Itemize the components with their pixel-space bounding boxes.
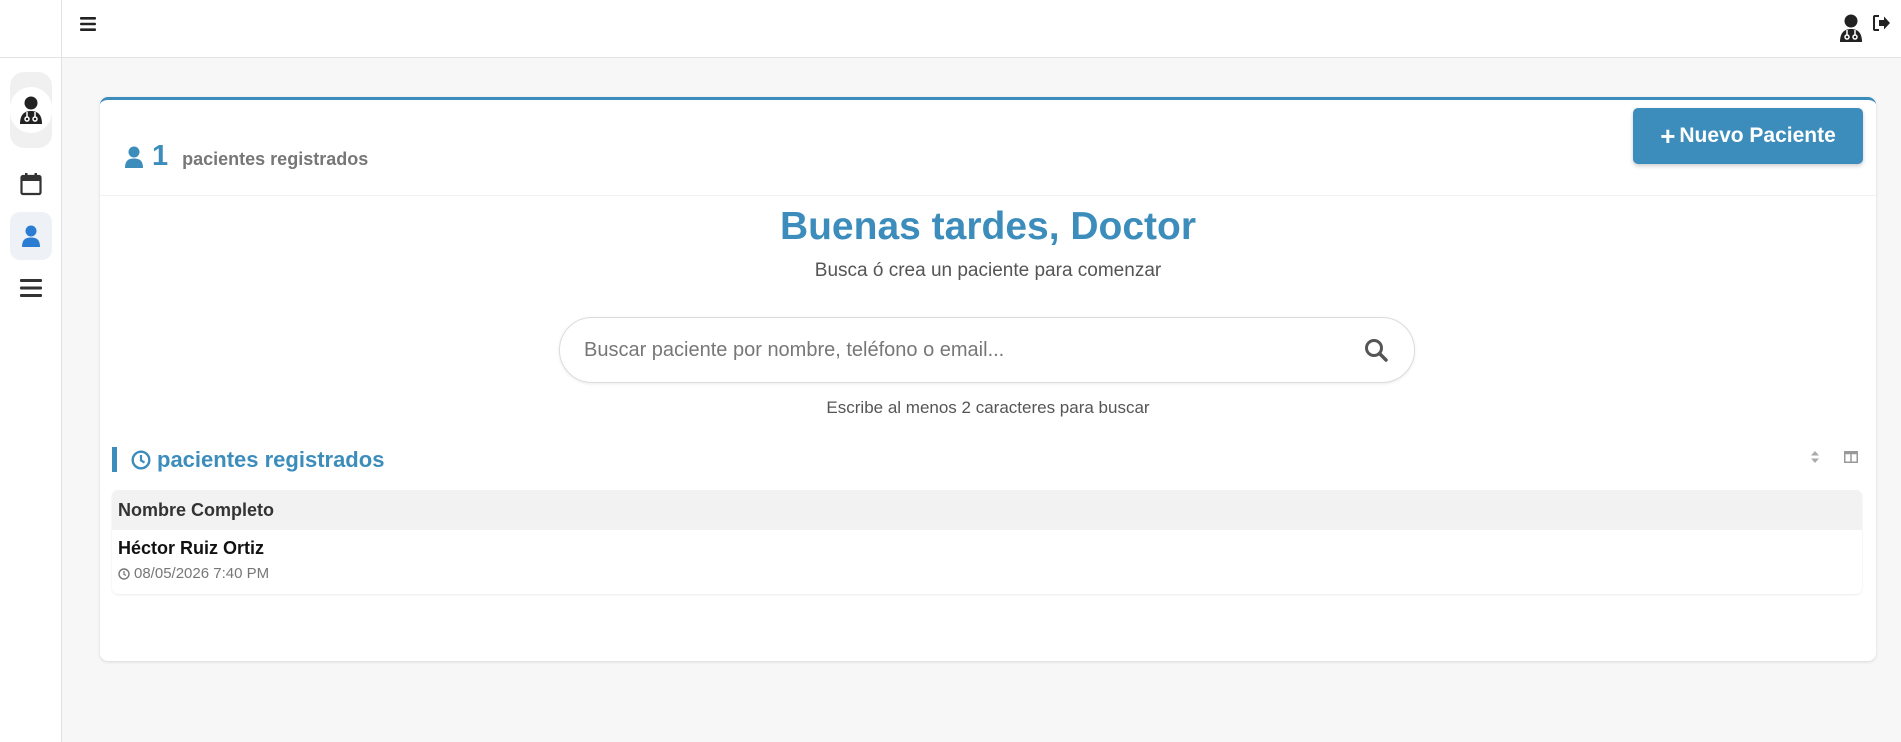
sort-icon[interactable]: [1810, 450, 1820, 469]
section-title-label: pacientes registrados: [157, 446, 385, 472]
user-profile-button[interactable]: [1839, 14, 1863, 47]
patient-date: 08/05/2026 7:40 PM: [118, 565, 1862, 582]
patients-table: Nombre Completo Héctor Ruiz Ortiz 08/05/…: [112, 490, 1862, 594]
hamburger-icon: [80, 17, 96, 31]
user-icon: [22, 225, 40, 247]
search-icon[interactable]: [1364, 338, 1388, 367]
greeting-subtitle: Busca ó crea un paciente para comenzar: [814, 260, 1162, 281]
card-header: 1 pacientes registrados + Nuevo Paciente: [100, 100, 1876, 196]
plus-icon: +: [1660, 121, 1676, 151]
user-icon: [125, 146, 143, 168]
search-hint: Escribe al menos 2 caracteres para busca…: [826, 398, 1150, 417]
logout-icon: [1873, 15, 1890, 31]
search-input[interactable]: [584, 318, 1324, 382]
sidebar-item-menu[interactable]: [10, 264, 52, 312]
sidebar-avatar-inner: [10, 87, 52, 133]
columns-icon[interactable]: [1844, 450, 1858, 468]
patient-count-number: 1: [152, 140, 169, 172]
logout-button[interactable]: [1873, 15, 1891, 36]
patient-date-text: 08/05/2026 7:40 PM: [134, 565, 270, 582]
table-header: Nombre Completo: [112, 490, 1862, 530]
sidebar-item-patients[interactable]: [10, 212, 52, 260]
patient-count-label: pacientes registrados: [182, 149, 369, 169]
clock-icon: [131, 449, 151, 470]
new-patient-button[interactable]: + Nuevo Paciente: [1633, 108, 1863, 164]
doctor-icon: [1840, 14, 1862, 42]
patient-count: 1 pacientes registrados: [124, 140, 368, 173]
sidebar-avatar[interactable]: [10, 72, 52, 148]
sidebar-header: [0, 0, 61, 58]
search-box: [559, 317, 1415, 383]
patients-card: 1 pacientes registrados + Nuevo Paciente…: [100, 97, 1876, 661]
greeting-title: Buenas tardes, Doctor: [779, 205, 1197, 248]
calendar-icon: [20, 173, 42, 196]
patient-name: Héctor Ruiz Ortiz: [118, 538, 265, 558]
new-patient-label: Nuevo Paciente: [1679, 124, 1836, 147]
table-row[interactable]: Héctor Ruiz Ortiz 08/05/2026 7:40 PM: [112, 530, 1862, 594]
sidebar: [0, 0, 62, 742]
sidebar-item-calendar[interactable]: [10, 160, 52, 208]
clock-icon: [118, 567, 130, 580]
menu-toggle-button[interactable]: [80, 17, 98, 33]
topbar: [62, 0, 1901, 58]
column-header-name: Nombre Completo: [118, 499, 275, 520]
list-icon: [20, 279, 42, 297]
section-title: pacientes registrados: [112, 447, 384, 472]
doctor-avatar-icon: [20, 96, 42, 124]
